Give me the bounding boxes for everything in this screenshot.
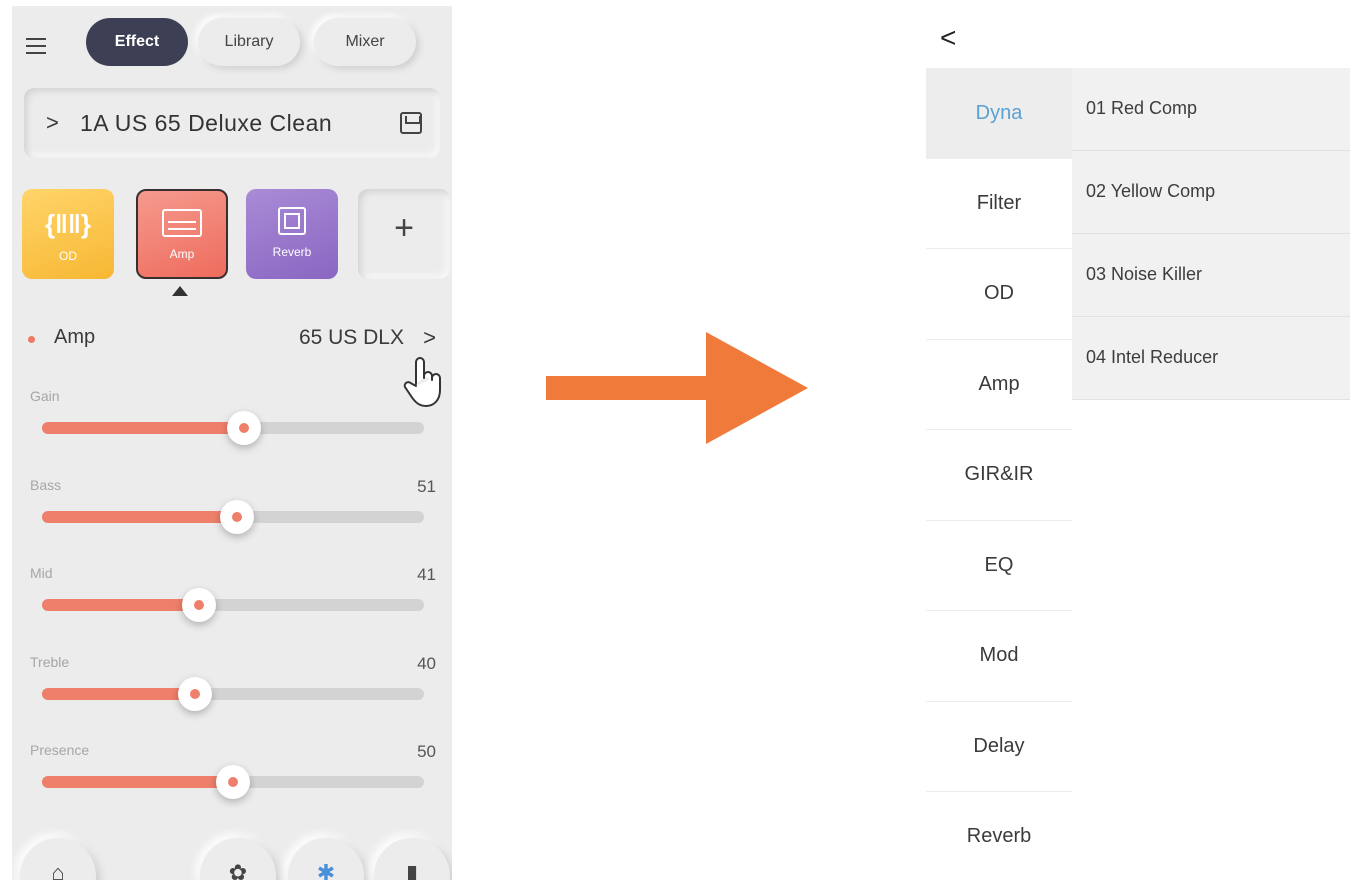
amp-icon <box>162 209 202 237</box>
list-item[interactable]: 03 Noise Killer <box>1072 234 1350 317</box>
param-value: 51 <box>417 477 436 496</box>
mid-slider[interactable] <box>42 588 424 622</box>
effect-block-amp[interactable]: Amp <box>136 189 228 279</box>
back-button[interactable]: < <box>940 22 956 54</box>
category-reverb[interactable]: Reverb <box>926 792 1072 880</box>
gain-slider[interactable] <box>42 411 424 445</box>
add-effect-button[interactable]: + <box>358 189 450 279</box>
overdrive-icon: {‖‖} <box>44 209 92 239</box>
effect-block-od[interactable]: {‖‖} OD <box>22 189 114 279</box>
param-label: Mid <box>30 565 53 581</box>
selected-block-pointer-icon <box>172 286 188 296</box>
treble-slider[interactable] <box>42 677 424 711</box>
chevron-right-icon: > <box>46 110 59 135</box>
slider-knob[interactable] <box>216 765 250 799</box>
param-label: Bass <box>30 477 62 493</box>
effect-block-reverb[interactable]: Reverb <box>246 189 338 279</box>
category-mod[interactable]: Mod <box>926 611 1072 702</box>
presence-slider[interactable] <box>42 765 424 799</box>
amp-editor-screen: Effect Library Mixer > 1A US 65 Deluxe C… <box>12 6 452 880</box>
top-bar: Effect Library Mixer <box>12 18 452 74</box>
effect-model-list: 01 Red Comp 02 Yellow Comp 03 Noise Kill… <box>1072 68 1350 400</box>
slider-fill <box>42 776 233 788</box>
param-gain: Gain <box>12 388 452 458</box>
slider-knob[interactable] <box>227 411 262 445</box>
tab-library[interactable]: Library <box>198 18 300 66</box>
battery-icon: ▮ <box>405 860 419 880</box>
category-od[interactable]: OD <box>926 249 1072 340</box>
preset-name: 1A US 65 Deluxe Clean <box>80 110 333 136</box>
param-treble: Treble 40 <box>12 654 452 724</box>
bluetooth-icon: ✱ <box>316 860 336 880</box>
slider-knob[interactable] <box>219 500 254 534</box>
param-label: Presence <box>30 742 90 758</box>
category-dyna[interactable]: Dyna <box>926 68 1072 159</box>
list-item[interactable]: 01 Red Comp <box>1072 68 1350 151</box>
category-amp[interactable]: Amp <box>926 339 1072 430</box>
amp-section-header: Amp 65 US DLX > <box>12 324 452 354</box>
home-icon: ⌂ <box>51 860 65 880</box>
param-value: 50 <box>417 742 436 761</box>
bluetooth-button[interactable]: ✱ <box>288 838 364 880</box>
bass-slider[interactable] <box>42 500 424 534</box>
tab-effect[interactable]: Effect <box>86 18 188 66</box>
preset-selector[interactable]: > 1A US 65 Deluxe Clean <box>24 88 440 158</box>
tab-mixer[interactable]: Mixer <box>314 18 416 66</box>
chevron-right-icon[interactable]: > <box>423 325 436 351</box>
effect-block-label: OD <box>59 249 77 263</box>
effect-block-label: Amp <box>169 247 195 261</box>
category-filter[interactable]: Filter <box>926 158 1072 249</box>
wifi-button[interactable]: ✿ <box>200 838 276 880</box>
param-mid: Mid 41 <box>12 565 452 635</box>
wifi-icon: ✿ <box>228 860 248 880</box>
list-item[interactable]: 04 Intel Reducer <box>1072 317 1350 400</box>
slider-fill <box>42 422 245 434</box>
section-title: Amp <box>54 326 96 348</box>
home-button[interactable]: ⌂ <box>20 838 96 880</box>
param-label: Gain <box>30 388 60 404</box>
slider-knob[interactable] <box>181 588 216 622</box>
slider-fill <box>42 511 237 523</box>
transition-arrow-icon <box>546 332 808 444</box>
battery-button[interactable]: ▮ <box>374 838 450 880</box>
category-gir-ir[interactable]: GIR&IR <box>926 430 1072 521</box>
reverb-icon <box>278 207 306 235</box>
param-label: Treble <box>30 654 70 670</box>
arrow-shape <box>546 332 808 444</box>
category-eq[interactable]: EQ <box>926 520 1072 611</box>
list-item[interactable]: 02 Yellow Comp <box>1072 151 1350 234</box>
status-dot <box>28 336 35 343</box>
param-presence: Presence 50 <box>12 742 452 812</box>
slider-fill <box>42 599 199 611</box>
effect-category-list: Dyna Filter OD Amp GIR&IR EQ Mod Delay R… <box>926 68 1072 880</box>
save-icon[interactable] <box>400 112 422 134</box>
category-delay[interactable]: Delay <box>926 701 1072 792</box>
hamburger-menu-icon[interactable] <box>26 38 46 54</box>
param-value: 41 <box>417 565 436 584</box>
slider-knob[interactable] <box>177 677 212 711</box>
plus-icon: + <box>394 209 414 247</box>
param-bass: Bass 51 <box>12 477 452 547</box>
effect-block-label: Reverb <box>272 245 312 259</box>
slider-fill <box>42 688 195 700</box>
amp-model-name[interactable]: 65 US DLX <box>299 326 404 350</box>
param-value: 40 <box>417 654 436 673</box>
